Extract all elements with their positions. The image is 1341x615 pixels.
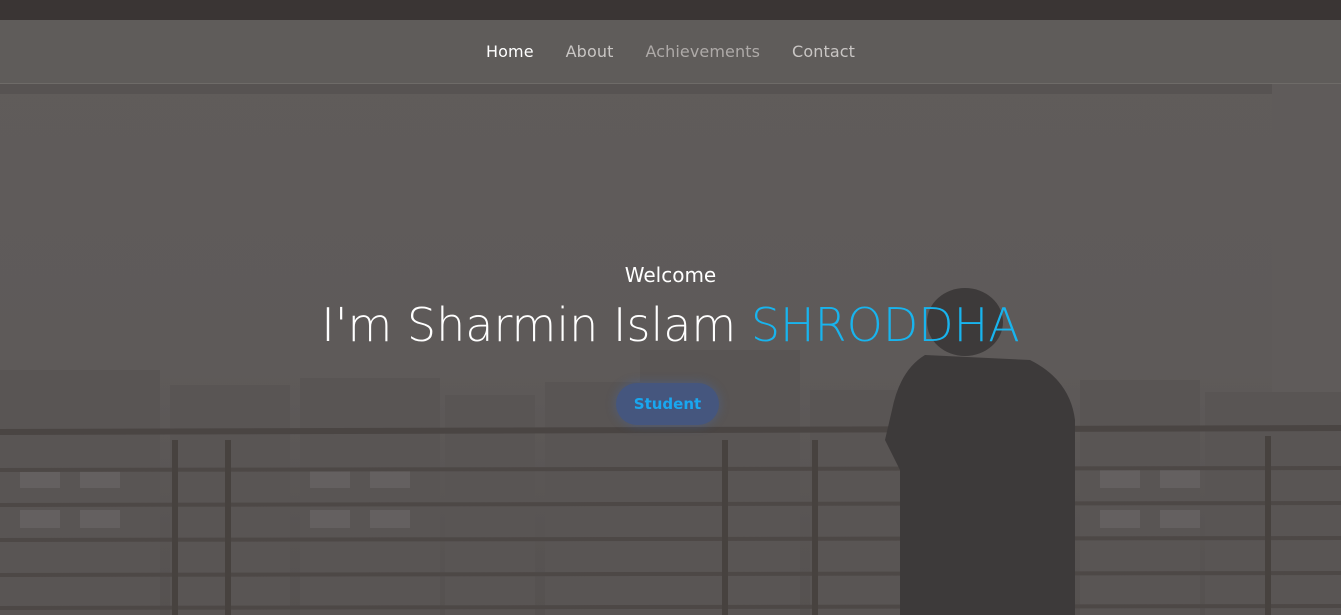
- nav-item-achievements[interactable]: Achievements: [645, 42, 760, 61]
- nav-item-home[interactable]: Home: [486, 42, 534, 61]
- top-strip: [0, 0, 1341, 20]
- nav-list: Home About Achievements Contact: [0, 20, 1341, 83]
- hero-name-prefix: I'm Sharmin Islam: [321, 298, 737, 352]
- navbar: Home About Achievements Contact: [0, 20, 1341, 84]
- nav-item-contact[interactable]: Contact: [792, 42, 855, 61]
- hero-name-accent: SHRODDHA: [750, 298, 1020, 352]
- hero-headline: I'm Sharmin Islam SHRODDHA: [0, 298, 1341, 352]
- role-badge-button[interactable]: Student: [616, 383, 719, 425]
- welcome-text: Welcome: [624, 263, 717, 287]
- nav-item-about[interactable]: About: [566, 42, 614, 61]
- hero-content: Welcome I'm Sharmin Islam SHRODDHA: [0, 262, 1341, 352]
- portfolio-page: Home About Achievements Contact Welcome …: [0, 0, 1341, 615]
